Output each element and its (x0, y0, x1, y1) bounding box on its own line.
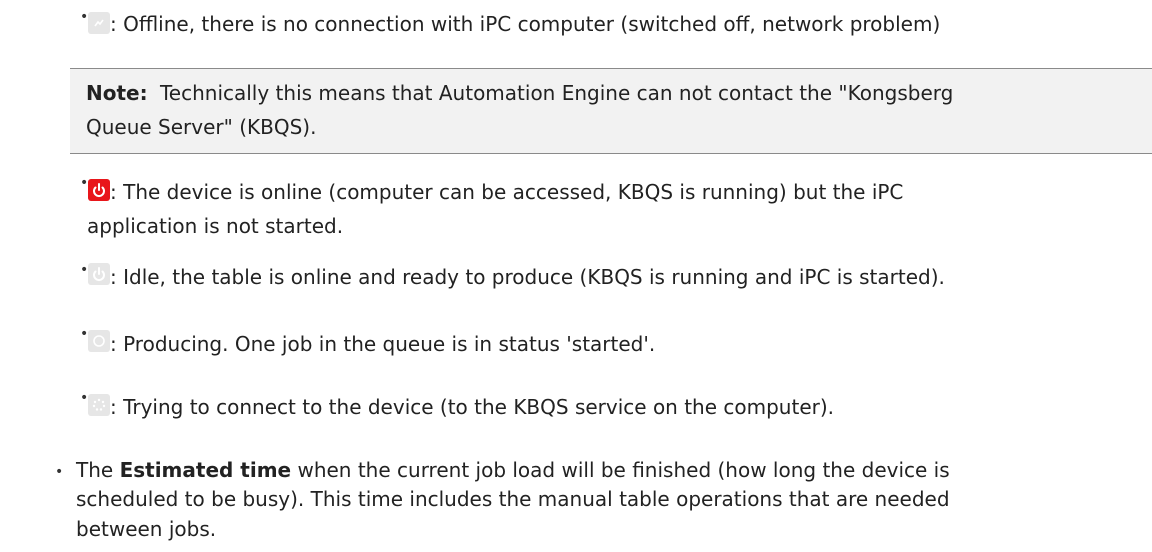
connecting-icon (88, 394, 110, 416)
producing-description: : Producing. One job in the queue is in … (110, 332, 656, 356)
online-not-started-line-2: application is not started. (87, 214, 344, 238)
producing-icon (88, 330, 110, 352)
power-icon-red (88, 179, 110, 201)
offline-icon (88, 12, 110, 34)
power-icon-grey (88, 263, 110, 285)
offline-description: : Offline, there is no connection with i… (110, 12, 941, 36)
estimated-time-line-2: scheduled to be busy). This time include… (76, 487, 950, 511)
connecting-description: : Trying to connect to the device (to th… (110, 395, 835, 419)
estimated-time-line-3: between jobs. (76, 517, 217, 541)
estimated-line-1-rest: when the current job load will be finish… (291, 458, 950, 482)
estimated-time-term: Estimated time (119, 458, 292, 482)
note-text-line-1: Technically this means that Automation E… (159, 81, 954, 105)
online-not-started-line-1: : The device is online (computer can be … (110, 180, 904, 204)
estimated-time-line-1: The Estimated time when the current job … (76, 458, 950, 482)
bullet: • (55, 464, 64, 480)
note-box: Note: Technically this means that Automa… (70, 68, 1152, 154)
note-label: Note: (86, 81, 148, 105)
estimated-prefix: The (76, 458, 120, 482)
note-text-line-2: Queue Server" (KBQS). (86, 115, 317, 139)
idle-description: : Idle, the table is online and ready to… (110, 265, 945, 289)
